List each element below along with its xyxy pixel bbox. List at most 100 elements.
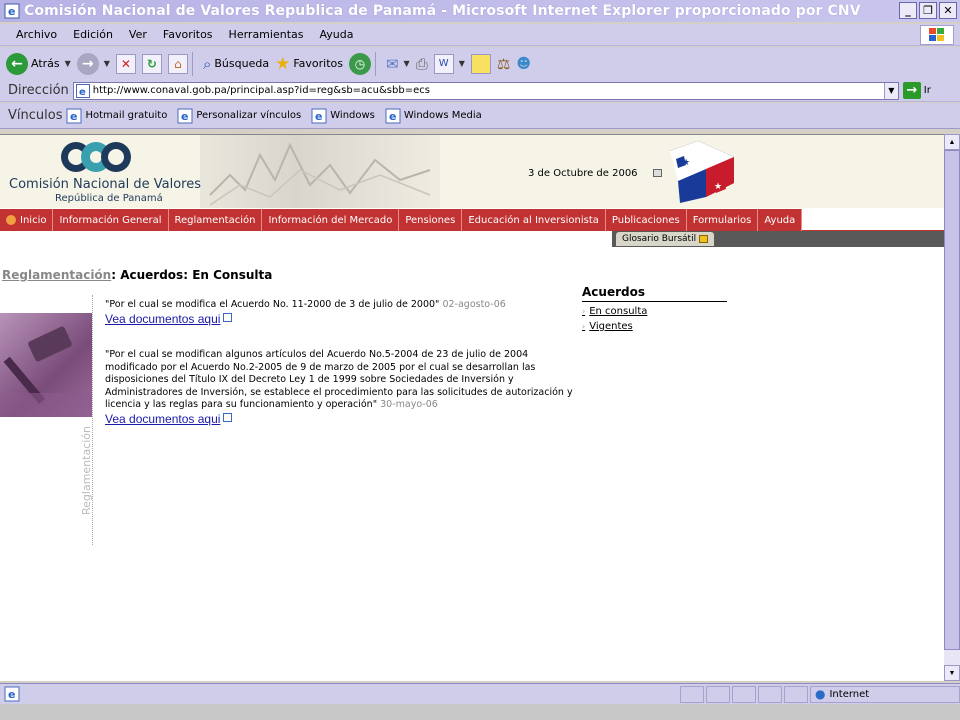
stop-icon[interactable]: ✕: [115, 53, 136, 74]
svg-text:★: ★: [682, 158, 690, 168]
mail-icon: ✉: [385, 54, 399, 73]
nav-formularios[interactable]: Formularios: [687, 209, 759, 231]
windows-logo-icon: [920, 25, 954, 45]
restore-button[interactable]: ❐: [919, 2, 937, 19]
search-button[interactable]: ⌕ Búsqueda: [203, 55, 269, 73]
discuss-icon[interactable]: [470, 53, 491, 74]
links-bar: Vínculos e Hotmail gratuito e Personaliz…: [0, 103, 960, 129]
breadcrumb-reglamentacion[interactable]: Reglamentación: [2, 268, 111, 282]
menu-bar: Archivo Edición Ver Favoritos Herramient…: [0, 24, 960, 46]
close-button[interactable]: ✕: [939, 2, 957, 19]
link-label: Hotmail gratuito: [85, 110, 168, 121]
back-dropdown-icon[interactable]: ▼: [65, 59, 71, 68]
column-divider: [92, 295, 93, 545]
go-button[interactable]: → Ir: [902, 82, 931, 99]
link-windows[interactable]: e Windows: [311, 108, 375, 124]
scroll-up-icon[interactable]: ▲: [944, 134, 960, 150]
sidebar-item-vigentes[interactable]: › Vigentes: [582, 321, 727, 332]
svg-text:e: e: [389, 110, 396, 123]
link-label: Windows: [330, 110, 375, 121]
sub-bar: Glosario Bursátil: [0, 231, 944, 247]
view-documents-link[interactable]: Vea documentos aqui: [105, 412, 220, 426]
research-icon[interactable]: ⚖: [497, 55, 510, 73]
nav-reglamentacion[interactable]: Reglamentación: [169, 209, 263, 231]
toolbar-separator: [374, 51, 376, 76]
heading-section: Acuerdos: [120, 268, 184, 282]
forward-button[interactable]: → ▼: [76, 52, 110, 75]
back-button[interactable]: ← Atrás ▼: [6, 52, 71, 75]
forward-dropdown-icon[interactable]: ▼: [104, 59, 110, 68]
print-icon[interactable]: ⎙: [416, 55, 428, 73]
edit-dropdown-icon[interactable]: ▼: [459, 59, 465, 68]
word-edit-icon: W: [433, 53, 454, 74]
page-viewport: Comisión Nacional de Valores República d…: [0, 134, 944, 681]
menu-ayuda[interactable]: Ayuda: [311, 28, 361, 41]
menu-archivo[interactable]: Archivo: [0, 28, 65, 41]
menu-edicion[interactable]: Edición: [65, 28, 121, 41]
minimize-button[interactable]: _: [899, 2, 917, 19]
star-icon: ★: [275, 53, 291, 74]
sidebar-item-en-consulta[interactable]: › En consulta: [582, 306, 727, 317]
menu-favoritos[interactable]: Favoritos: [155, 28, 221, 41]
main-nav: Inicio Información General Reglamentació…: [0, 208, 944, 231]
standard-toolbar: ← Atrás ▼ → ▼ ✕ ↻ ⌂ ⌕ Búsqueda ★ Favorit…: [0, 47, 960, 81]
page-status-icon: e: [4, 686, 20, 702]
nav-educacion[interactable]: Educación al Inversionista: [462, 209, 606, 231]
address-input[interactable]: e http://www.conaval.gob.pa/principal.as…: [72, 81, 899, 100]
address-url: http://www.conaval.gob.pa/principal.asp?…: [92, 85, 430, 96]
nav-spacer: [802, 209, 944, 231]
nav-informacion-mercado[interactable]: Información del Mercado: [262, 209, 400, 231]
forward-arrow-icon: →: [76, 52, 99, 75]
heading-separator: :: [183, 268, 189, 282]
current-date: 3 de Octubre de 2006: [528, 168, 638, 179]
logo-subtitle: República de Panamá: [55, 193, 163, 204]
back-arrow-icon: ←: [6, 52, 28, 75]
status-cell: [758, 685, 782, 703]
menu-ver[interactable]: Ver: [121, 28, 155, 41]
go-arrow-icon: →: [902, 82, 921, 99]
messenger-icon[interactable]: ☻: [516, 56, 531, 72]
link-hotmail[interactable]: e Hotmail gratuito: [66, 108, 167, 124]
list-item: "Por el cual se modifica el Acuerdo No. …: [105, 299, 580, 327]
zone-label: Internet: [829, 688, 870, 700]
svg-text:e: e: [8, 688, 15, 701]
nav-informacion-general[interactable]: Información General: [53, 209, 169, 231]
nav-ayuda[interactable]: Ayuda: [758, 209, 803, 231]
entry-date: 02-agosto-06: [442, 299, 506, 310]
nav-inicio[interactable]: Inicio: [0, 209, 54, 231]
glosario-bursatil-tab[interactable]: Glosario Bursátil: [616, 232, 715, 246]
logo-name: Comisión Nacional de Valores: [9, 177, 201, 192]
scroll-down-icon[interactable]: ▼: [944, 665, 960, 681]
ie-link-icon: e: [385, 108, 401, 123]
scroll-thumb[interactable]: [944, 150, 960, 650]
panama-flag-icon: ★ ★: [669, 140, 735, 203]
search-icon: ⌕: [202, 54, 212, 73]
favorites-button[interactable]: ★ Favoritos: [275, 54, 343, 74]
header-chart-graphic: [200, 135, 440, 208]
status-cell: [732, 685, 756, 703]
link-windows-media[interactable]: e Windows Media: [385, 108, 482, 124]
nav-publicaciones[interactable]: Publicaciones: [606, 209, 687, 231]
heading-page: En Consulta: [192, 268, 273, 282]
mail-button[interactable]: ✉ ▼: [386, 55, 410, 73]
go-label: Ir: [923, 85, 931, 96]
status-cell: [784, 685, 808, 703]
site-header: Comisión Nacional de Valores República d…: [0, 135, 944, 208]
address-dropdown-icon[interactable]: ▼: [883, 82, 898, 99]
nav-pensiones[interactable]: Pensiones: [399, 209, 463, 231]
home-icon[interactable]: ⌂: [167, 53, 188, 74]
menu-herramientas[interactable]: Herramientas: [221, 28, 312, 41]
edit-button[interactable]: W ▼: [433, 53, 465, 74]
status-cell: [706, 685, 730, 703]
refresh-icon[interactable]: ↻: [141, 53, 162, 74]
mail-dropdown-icon[interactable]: ▼: [404, 59, 410, 68]
calendar-icon[interactable]: [653, 169, 662, 177]
vertical-scrollbar[interactable]: ▲ ▼: [944, 134, 960, 681]
svg-text:e: e: [79, 87, 86, 98]
history-icon[interactable]: ◷: [348, 52, 371, 75]
ie-link-icon: e: [311, 108, 327, 123]
gavel-image: [0, 313, 92, 417]
link-personalizar[interactable]: e Personalizar vínculos: [177, 108, 301, 124]
view-documents-link[interactable]: Vea documentos aqui: [105, 312, 220, 326]
ie-link-icon: e: [66, 108, 82, 123]
